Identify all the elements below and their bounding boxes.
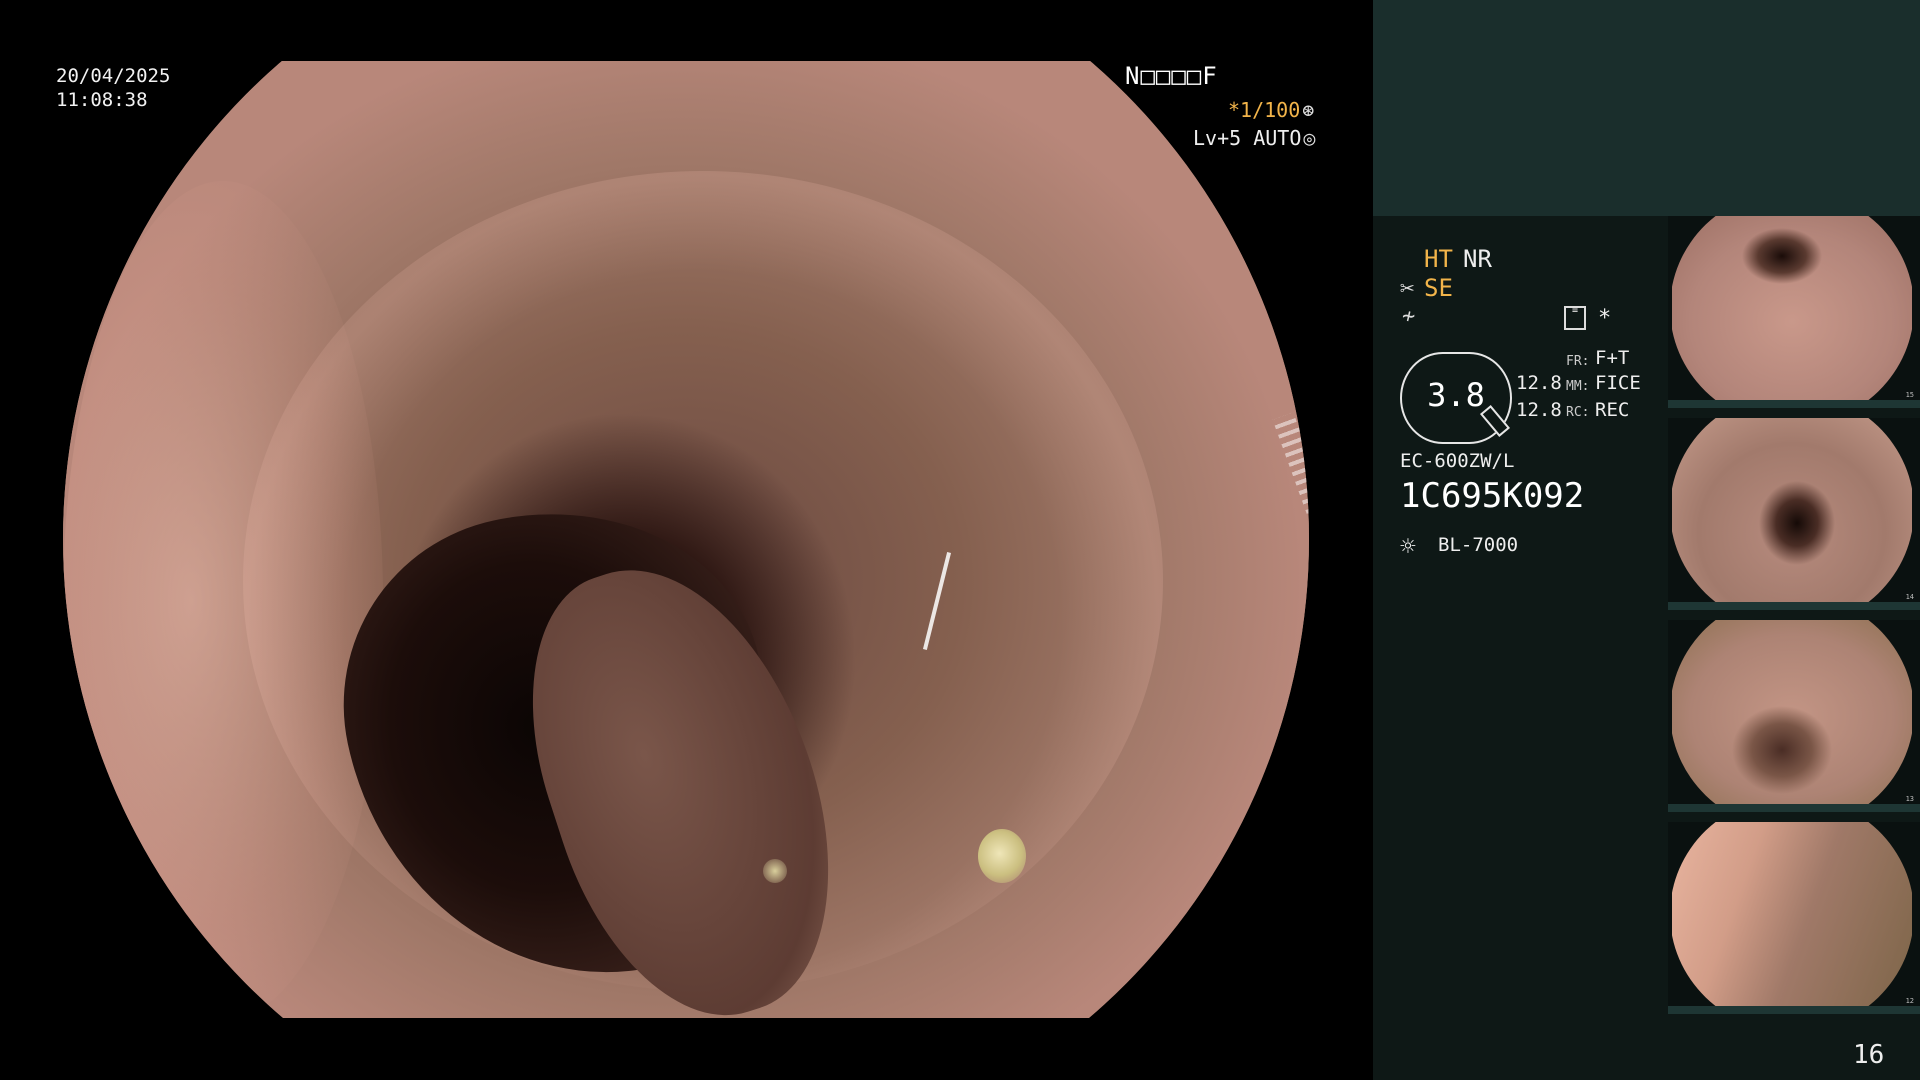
se-indicator: SE <box>1424 274 1453 302</box>
thumbnail-bar <box>1668 1006 1920 1014</box>
thumbnail[interactable]: 13 <box>1668 620 1920 812</box>
setting-value-2: 12.8 <box>1516 399 1562 421</box>
thumbnail-image <box>1672 620 1912 812</box>
thumbnail-number: 13 <box>1905 795 1914 803</box>
endoscopy-main-view <box>0 0 1373 1080</box>
page-number: 16 <box>1853 1040 1885 1070</box>
light-source: BL-7000 <box>1438 534 1519 556</box>
mm-label: MM: <box>1566 379 1590 394</box>
thumbnail-bar <box>1668 400 1920 408</box>
light-reflection <box>1272 412 1309 580</box>
light-source-icon: ☼ <box>1400 532 1416 562</box>
thumbnail-image <box>1672 822 1912 1014</box>
shutter-icon: ⊛ <box>1302 98 1315 122</box>
thumbnail-number: 14 <box>1905 593 1914 601</box>
rc-label: RC: <box>1566 405 1590 420</box>
fr-label: FR: <box>1566 354 1590 369</box>
scope-serial: 1C695K092 <box>1400 476 1585 516</box>
shutter-value: *1/100 <box>1228 98 1301 122</box>
debris-spot <box>978 829 1026 883</box>
nr-indicator: NR <box>1463 245 1492 273</box>
thumbnail-strip: 15 14 13 12 <box>1668 216 1920 1016</box>
thumbnail-image <box>1672 418 1912 610</box>
ht-indicator: HT <box>1424 245 1453 273</box>
side-panel-header <box>1373 0 1920 216</box>
endoscopy-live-image <box>63 61 1309 1050</box>
iris-icon: ◎ <box>1303 126 1316 150</box>
thumbnail-bar <box>1668 804 1920 812</box>
scissor-icon: ✂ <box>1400 274 1415 302</box>
thumbnail[interactable]: 12 <box>1668 822 1920 1014</box>
fr-value: F+T <box>1595 347 1630 369</box>
exam-date: 20/04/2025 <box>56 65 171 87</box>
thumbnail-image <box>1672 216 1912 408</box>
brightness-level: Lv+5 AUTO ◎ <box>1193 126 1315 150</box>
star-indicator: * <box>1598 306 1612 331</box>
shutter-speed: *1/100 ⊛ <box>1228 98 1314 122</box>
thumbnail-number: 15 <box>1905 391 1914 399</box>
thumbnail-bar <box>1668 602 1920 610</box>
wave-icon: ≁ <box>1402 304 1416 329</box>
zoom-badge: 3.8 <box>1400 352 1512 444</box>
patient-id: N□□□□F <box>1125 62 1218 90</box>
setting-value-1: 12.8 <box>1516 372 1562 394</box>
exam-time: 11:08:38 <box>56 89 148 111</box>
scope-model: EC-600ZW/L <box>1400 450 1515 472</box>
rc-value: REC <box>1595 399 1630 421</box>
thumbnail[interactable]: 15 <box>1668 216 1920 408</box>
list-icon: ≡ <box>1564 306 1586 330</box>
thumbnail[interactable]: 14 <box>1668 418 1920 610</box>
level-value: Lv+5 AUTO <box>1193 126 1302 150</box>
mm-value: FICE <box>1595 372 1641 394</box>
debris-spot <box>763 859 787 883</box>
thumbnail-number: 12 <box>1905 997 1914 1005</box>
